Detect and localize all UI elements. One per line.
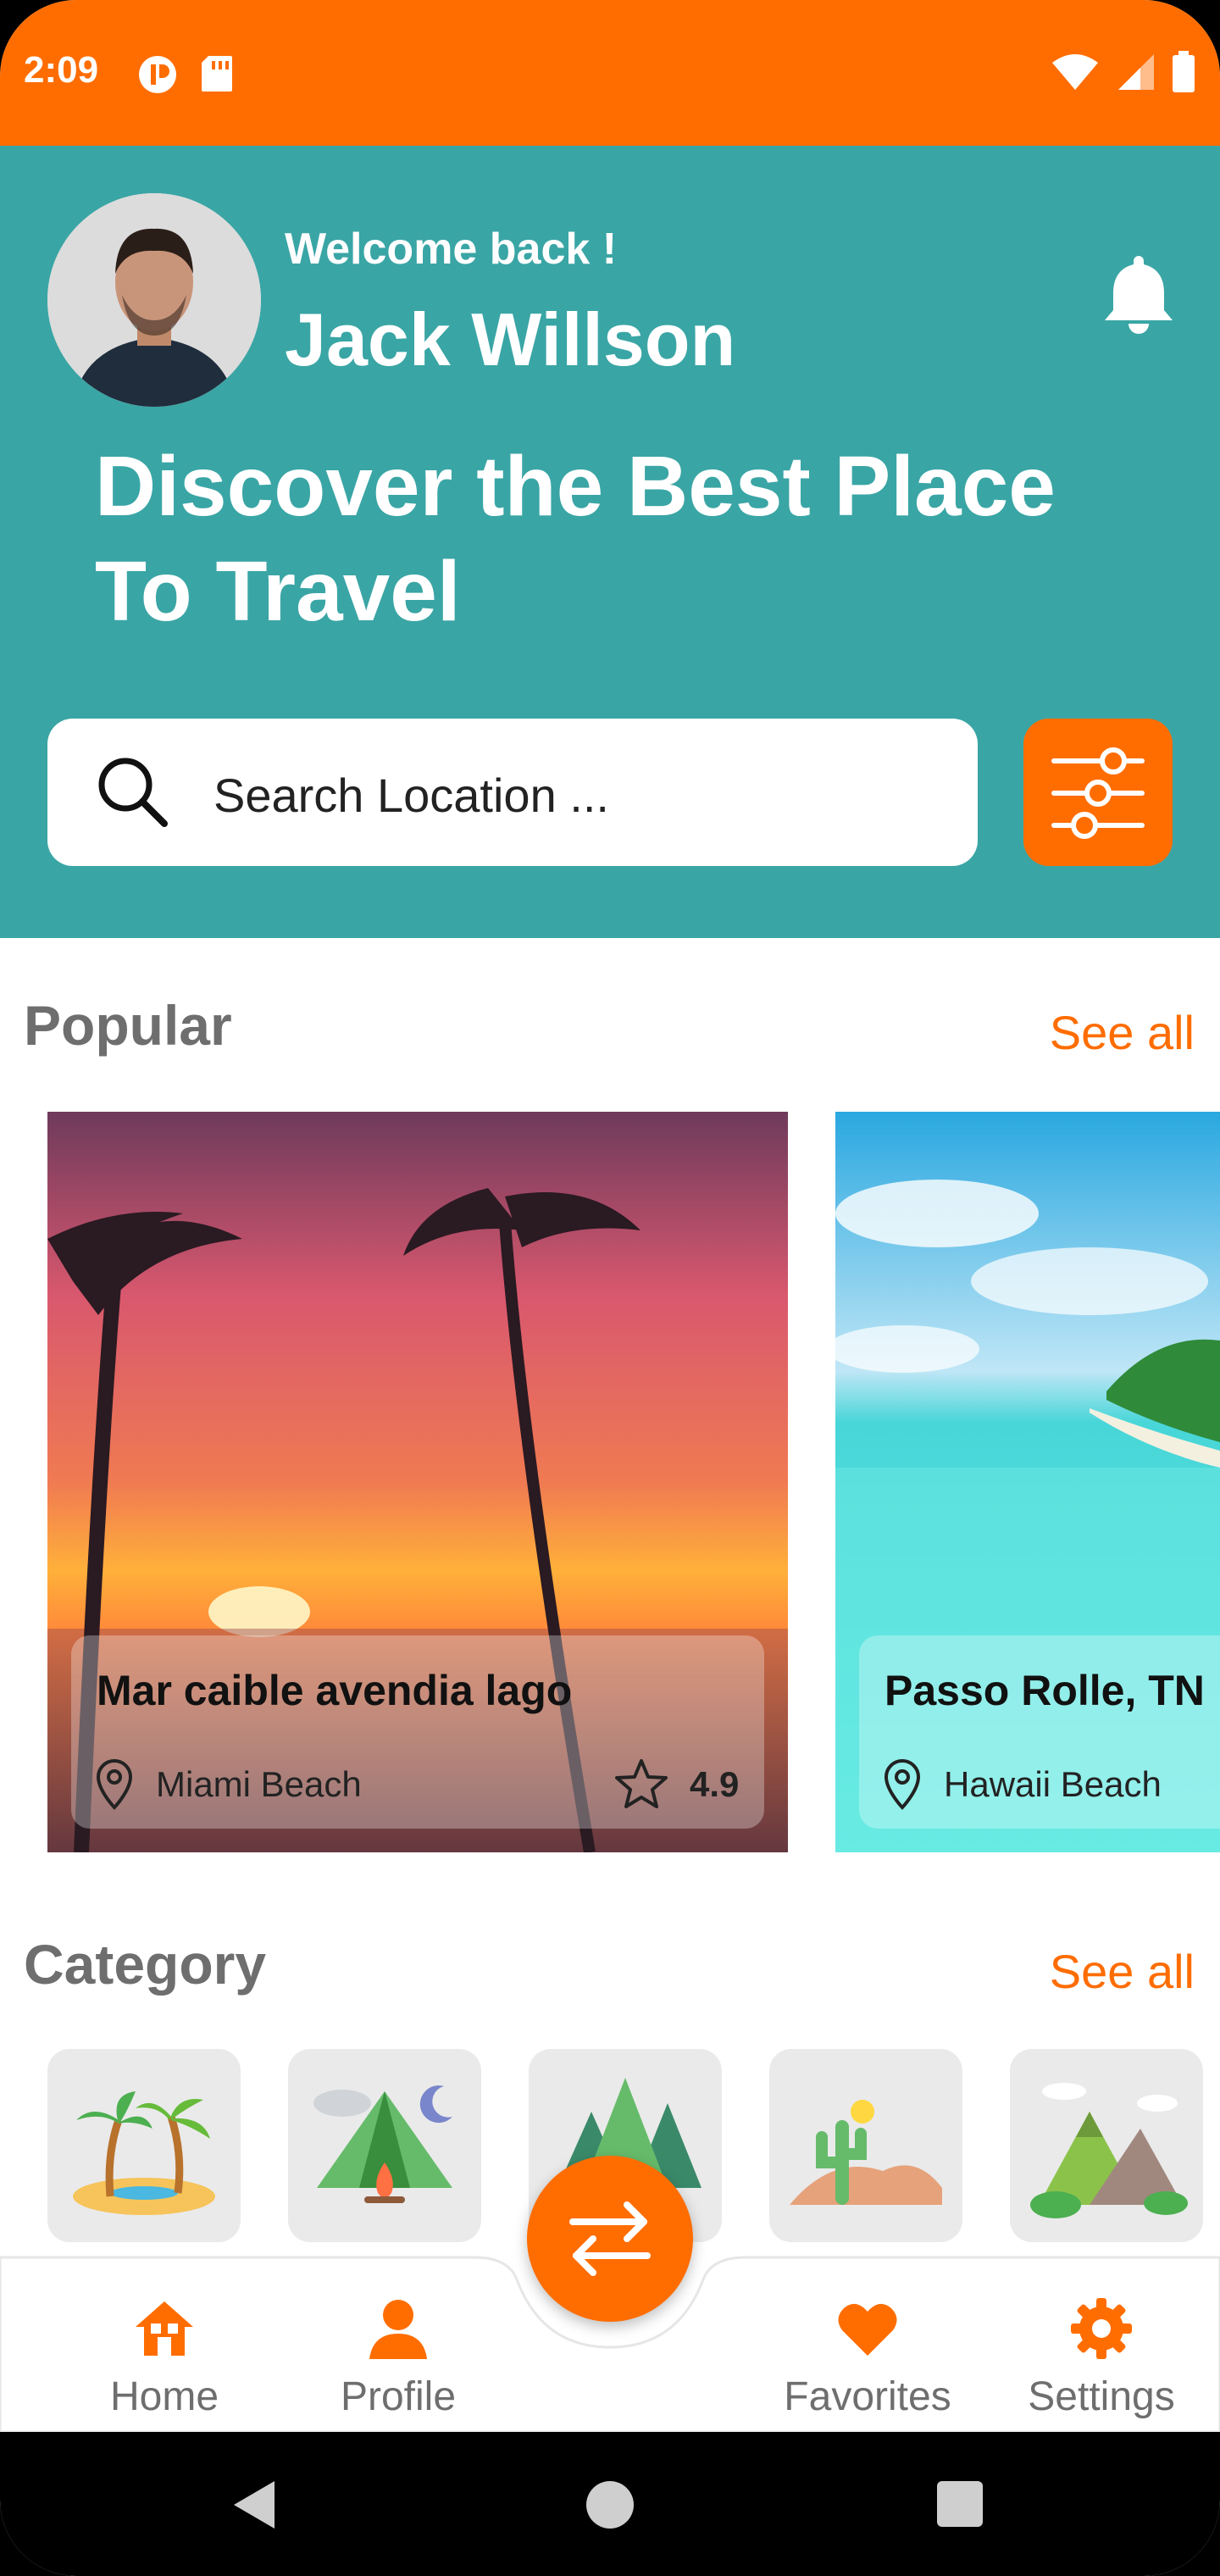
- category-camping[interactable]: [288, 2049, 481, 2242]
- cell-signal-icon: [1118, 54, 1154, 90]
- nav-home-label: Home: [109, 2374, 219, 2419]
- nav-profile-label: Profile: [340, 2374, 457, 2419]
- heart-icon: [838, 2303, 897, 2356]
- beach-palms-icon: [73, 2091, 215, 2215]
- recent-apps-icon[interactable]: [937, 2481, 983, 2527]
- nav-home[interactable]: Home: [71, 2296, 258, 2420]
- nav-favorites-label: Favorites: [784, 2374, 951, 2419]
- search-icon: [98, 758, 168, 827]
- popular-title: Popular: [24, 994, 232, 1057]
- back-icon[interactable]: [230, 2478, 278, 2532]
- card-title: Passo Rolle, TN: [884, 1667, 1205, 1714]
- wifi-icon: [1052, 54, 1098, 90]
- user-name: Jack Willson: [285, 297, 736, 381]
- notification-bell-icon[interactable]: [1101, 251, 1176, 334]
- card-location: Miami Beach: [156, 1764, 362, 1804]
- status-time: 2:09: [24, 49, 99, 91]
- battery-icon: [1173, 51, 1195, 92]
- headline: Discover the Best Place To Travel: [95, 439, 1056, 639]
- swap-fab-button[interactable]: [527, 2156, 693, 2322]
- gear-icon: [1071, 2298, 1132, 2359]
- nav-settings-label: Settings: [1028, 2374, 1175, 2419]
- avatar-photo: [47, 193, 261, 407]
- nav-profile[interactable]: Profile: [305, 2296, 491, 2420]
- category-title: Category: [24, 1933, 267, 1996]
- card-title: Mar caible avendia lago: [97, 1667, 573, 1714]
- system-navigation-bar: [0, 2432, 1220, 2576]
- card-info-panel: Mar caible avendia lago Miami Beach 4.9: [71, 1635, 764, 1829]
- category-see-all-link[interactable]: See all: [1050, 1944, 1195, 1999]
- popular-see-all-link[interactable]: See all: [1050, 1005, 1195, 1060]
- app-notification-icon: [139, 56, 176, 93]
- filter-button[interactable]: [1023, 719, 1173, 866]
- category-beach[interactable]: [47, 2049, 241, 2242]
- star-icon: [615, 1759, 668, 1808]
- category-desert[interactable]: [769, 2049, 962, 2242]
- sd-card-icon: [202, 56, 232, 92]
- popular-card[interactable]: Mar caible avendia lago Miami Beach 4.9: [47, 1112, 788, 1852]
- search-input[interactable]: Search Location ...: [47, 719, 978, 866]
- category-mountains[interactable]: [1010, 2049, 1203, 2242]
- search-placeholder: Search Location ...: [214, 769, 609, 822]
- welcome-text: Welcome back !: [285, 225, 618, 274]
- card-info-panel: Passo Rolle, TN Hawaii Beach: [859, 1635, 1220, 1829]
- home-circle-icon[interactable]: [586, 2481, 634, 2529]
- swap-arrows-icon: [569, 2201, 651, 2276]
- camping-tent-icon: [313, 2085, 452, 2203]
- sliders-icon: [1051, 747, 1145, 839]
- status-bar: 2:09: [0, 0, 1220, 146]
- home-icon: [136, 2301, 193, 2356]
- nav-settings[interactable]: Settings: [1008, 2296, 1195, 2420]
- location-pin-icon: [96, 1758, 133, 1810]
- mountains-icon: [1030, 2083, 1188, 2218]
- nav-favorites[interactable]: Favorites: [774, 2296, 961, 2420]
- person-icon: [369, 2300, 427, 2359]
- header: Welcome back ! Jack Willson Discover the…: [0, 146, 1220, 938]
- app-screen: 2:09 Welcome back ! Jack Willson Discove…: [0, 0, 1220, 2576]
- card-location: Hawaii Beach: [944, 1764, 1162, 1804]
- popular-card[interactable]: Passo Rolle, TN Hawaii Beach: [835, 1112, 1220, 1852]
- location-pin-icon: [884, 1758, 921, 1810]
- card-rating: 4.9: [690, 1764, 740, 1804]
- desert-cactus-icon: [790, 2100, 942, 2205]
- avatar[interactable]: [47, 193, 261, 407]
